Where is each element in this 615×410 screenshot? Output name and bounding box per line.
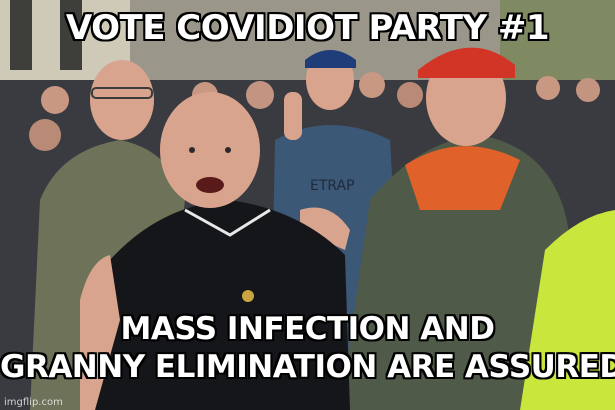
meme-bottom-caption-line-2: GRANNY ELIMINATION ARE ASSURED <box>0 349 615 385</box>
meme-image: ETRAP VOTE COVIDIOT PARTY #1 MASS INFECT… <box>0 0 615 410</box>
svg-text:ETRAP: ETRAP <box>310 178 355 194</box>
shouting-mouth <box>196 177 224 193</box>
imgflip-watermark: imgflip.com <box>4 397 63 408</box>
meme-bottom-caption-line-1: MASS INFECTION AND <box>120 311 495 347</box>
man-left-head <box>90 60 154 140</box>
meme-bottom-caption: MASS INFECTION AND GRANNY ELIMINATION AR… <box>0 310 615 386</box>
shirt-logo <box>242 290 254 302</box>
raised-hand <box>284 92 302 140</box>
meme-top-caption: VOTE COVIDIOT PARTY #1 <box>65 8 550 48</box>
